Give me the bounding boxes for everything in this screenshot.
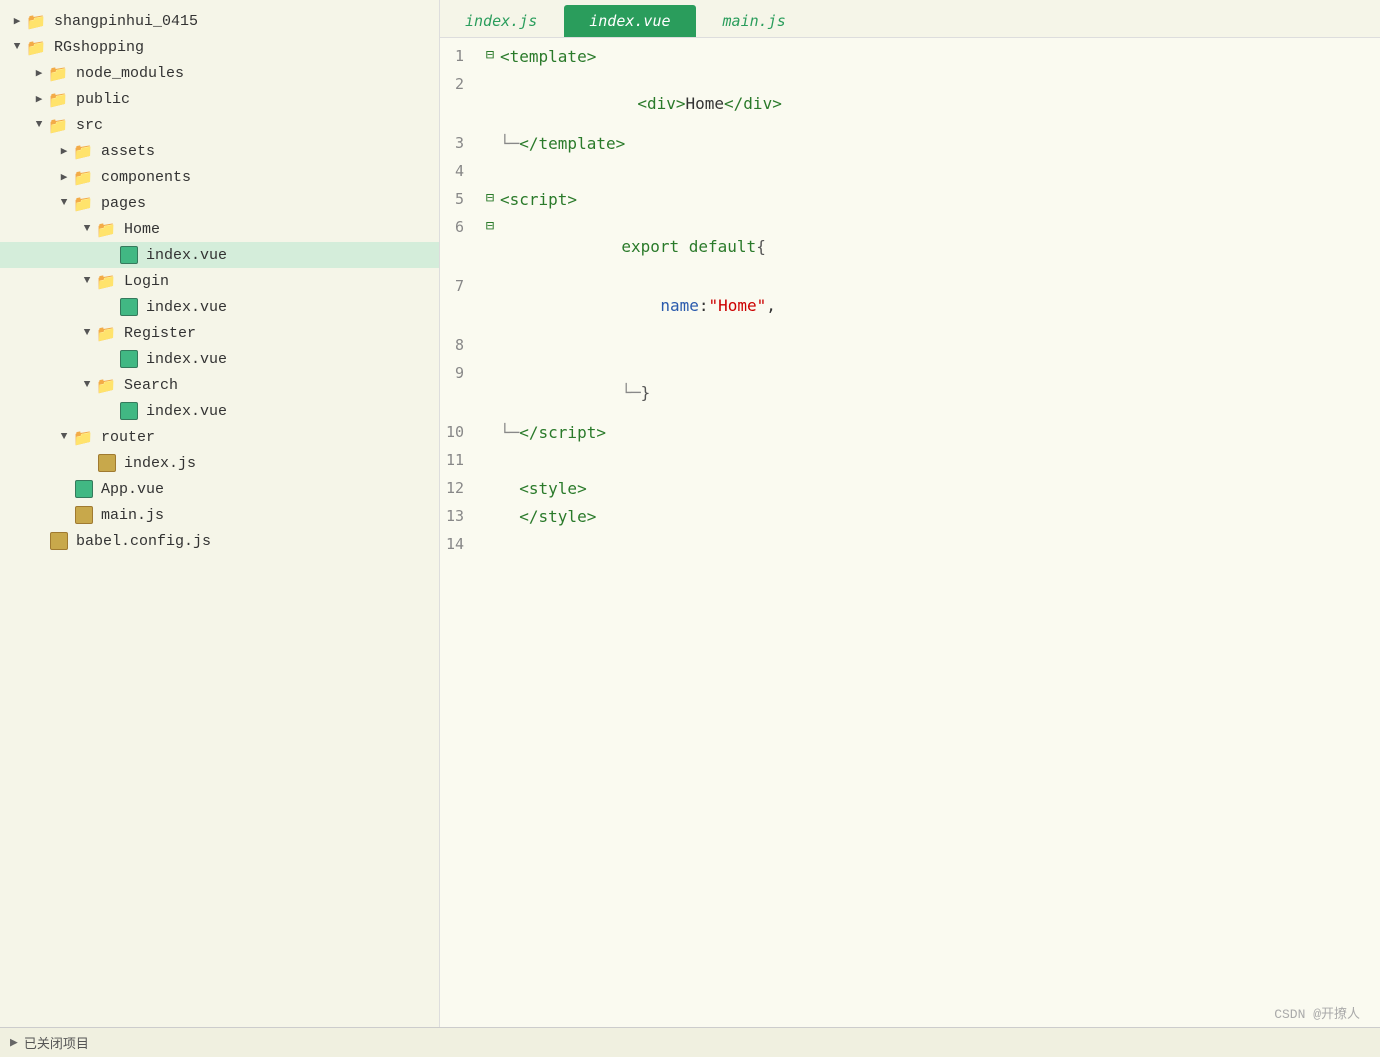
folder-icon	[73, 168, 95, 186]
folder-icon	[73, 194, 95, 212]
sidebar-item-register[interactable]: Register	[0, 320, 439, 346]
arrow-icon	[30, 66, 48, 80]
code-line-10: 10 └─</script>	[440, 422, 1380, 450]
arrow-icon	[30, 119, 48, 131]
sidebar-item-login[interactable]: Login	[0, 268, 439, 294]
sidebar-item-pages[interactable]: pages	[0, 190, 439, 216]
folder-icon	[26, 12, 48, 30]
folder-icon	[73, 428, 95, 446]
js-file-icon	[48, 532, 70, 550]
sidebar-item-search-index-vue[interactable]: index.vue	[0, 398, 439, 424]
sidebar-item-app-vue[interactable]: App.vue	[0, 476, 439, 502]
js-file-icon	[96, 454, 118, 472]
sidebar-item-router[interactable]: router	[0, 424, 439, 450]
tab-bar: index.js index.vue main.js	[440, 0, 1380, 38]
code-line-2: 2 <div>Home</div>	[440, 74, 1380, 133]
arrow-icon	[55, 144, 73, 158]
arrow-icon	[8, 14, 26, 28]
arrow-icon	[55, 197, 73, 209]
code-line-9: 9 └─}	[440, 363, 1380, 422]
sidebar-item-components[interactable]: components	[0, 164, 439, 190]
sidebar-item-src[interactable]: src	[0, 112, 439, 138]
arrow-icon	[55, 431, 73, 443]
sidebar-item-babel-config[interactable]: babel.config.js	[0, 528, 439, 554]
tab-main-js[interactable]: main.js	[698, 5, 811, 37]
folder-icon	[48, 64, 70, 82]
vue-file-icon	[118, 402, 140, 420]
folder-icon	[48, 90, 70, 108]
sidebar-item-home[interactable]: Home	[0, 216, 439, 242]
sidebar-item-register-index-vue[interactable]: index.vue	[0, 346, 439, 372]
arrow-icon	[8, 41, 26, 53]
code-line-4: 4	[440, 161, 1380, 189]
code-line-8: 8	[440, 335, 1380, 363]
sidebar-item-public[interactable]: public	[0, 86, 439, 112]
code-line-14: 14	[440, 534, 1380, 562]
editor-area: index.js index.vue main.js 1 ⊟ <template…	[440, 0, 1380, 1027]
bottom-bar-label: 已关闭项目	[24, 1033, 89, 1052]
code-line-13: 13 </style>	[440, 506, 1380, 534]
sidebar-item-home-index-vue[interactable]: index.vue	[0, 242, 439, 268]
arrow-icon	[78, 223, 96, 235]
file-tree: shangpinhui_0415 RGshopping node_modules…	[0, 0, 440, 1027]
bottom-bar: ▶ 已关闭项目	[0, 1027, 1380, 1057]
sidebar-item-login-index-vue[interactable]: index.vue	[0, 294, 439, 320]
arrow-icon	[78, 379, 96, 391]
sidebar-item-router-index-js[interactable]: index.js	[0, 450, 439, 476]
sidebar-item-assets[interactable]: assets	[0, 138, 439, 164]
vue-file-icon	[118, 246, 140, 264]
sidebar-item-rgshopping[interactable]: RGshopping	[0, 34, 439, 60]
arrow-icon	[78, 275, 96, 287]
folder-icon	[96, 324, 118, 342]
watermark: CSDN @开撩人	[1274, 1003, 1360, 1022]
sidebar-item-search[interactable]: Search	[0, 372, 439, 398]
code-line-7: 7 name:"Home",	[440, 276, 1380, 335]
code-line-12: 12 <style>	[440, 478, 1380, 506]
js-file-icon	[73, 506, 95, 524]
folder-icon	[73, 142, 95, 160]
arrow-right-icon: ▶	[10, 1035, 18, 1050]
code-line-11: 11	[440, 450, 1380, 478]
vue-file-icon	[73, 480, 95, 498]
sidebar-item-main-js[interactable]: main.js	[0, 502, 439, 528]
code-editor[interactable]: 1 ⊟ <template> 2 <div>Home</div> 3 └─</t…	[440, 38, 1380, 1027]
arrow-icon	[55, 170, 73, 184]
vue-file-icon	[118, 298, 140, 316]
folder-icon	[26, 38, 48, 56]
vue-file-icon	[118, 350, 140, 368]
code-line-6: 6 ⊟ export default{	[440, 217, 1380, 276]
code-line-1: 1 ⊟ <template>	[440, 46, 1380, 74]
sidebar-item-node-modules[interactable]: node_modules	[0, 60, 439, 86]
folder-icon	[48, 116, 70, 134]
sidebar-item-shangpinhui[interactable]: shangpinhui_0415	[0, 8, 439, 34]
tab-index-js[interactable]: index.js	[440, 5, 562, 37]
arrow-icon	[78, 327, 96, 339]
code-line-3: 3 └─</template>	[440, 133, 1380, 161]
arrow-icon	[30, 92, 48, 106]
tab-index-vue[interactable]: index.vue	[564, 5, 695, 37]
folder-icon	[96, 376, 118, 394]
folder-icon	[96, 272, 118, 290]
folder-icon	[96, 220, 118, 238]
code-line-5: 5 ⊟ <script>	[440, 189, 1380, 217]
